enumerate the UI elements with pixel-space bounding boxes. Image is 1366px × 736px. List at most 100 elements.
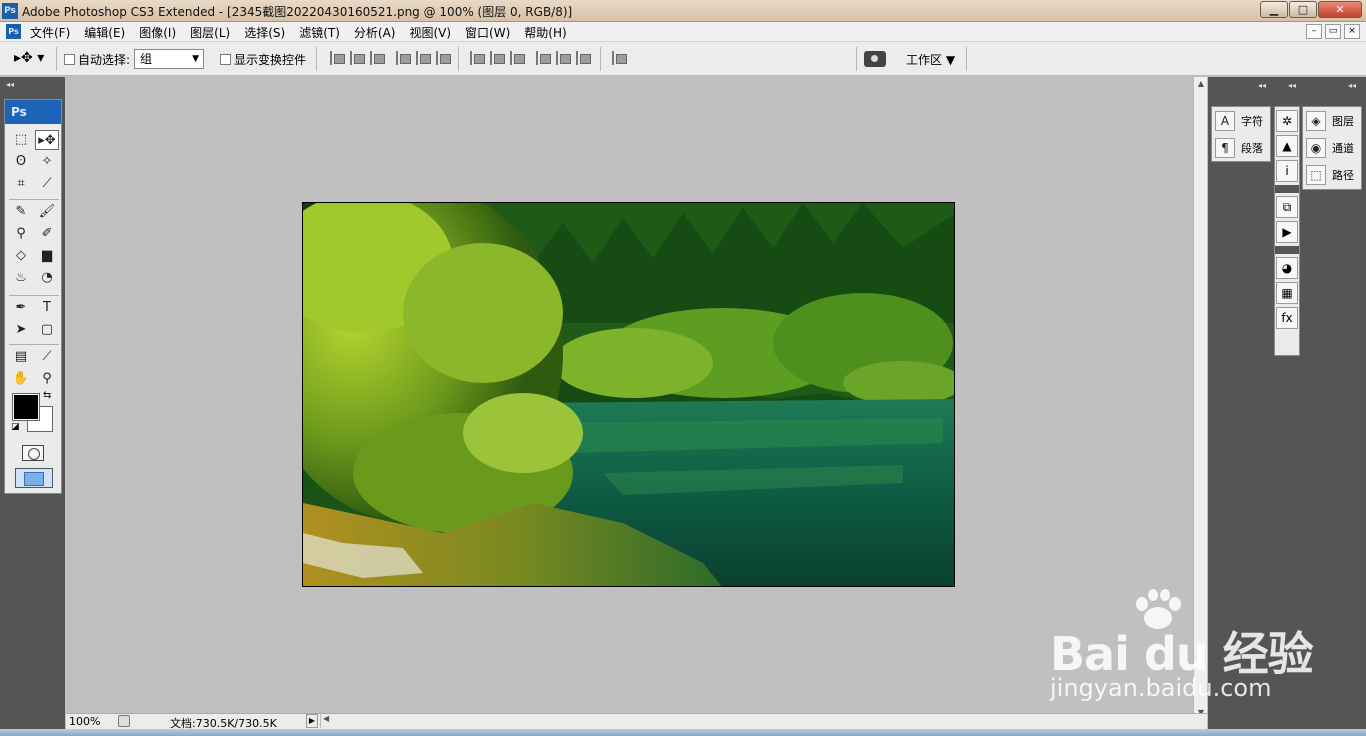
- pen-icon[interactable]: ✒: [9, 298, 33, 318]
- collapse-icon[interactable]: ◂◂: [1288, 81, 1296, 91]
- menu-item[interactable]: 图像(I): [139, 24, 176, 41]
- document-menu-icon[interactable]: Ps: [6, 24, 21, 39]
- distribute-top-icon[interactable]: [470, 51, 485, 65]
- canvas-image[interactable]: [302, 202, 955, 587]
- menu-item[interactable]: 编辑(E): [84, 24, 125, 41]
- shape-icon[interactable]: ▢: [35, 320, 59, 340]
- scroll-up-icon[interactable]: ▲: [1194, 77, 1208, 91]
- distribute-bottom-icon[interactable]: [510, 51, 525, 65]
- align-vcenter-icon[interactable]: [350, 51, 365, 65]
- gradient-icon[interactable]: ▆: [35, 246, 59, 266]
- histogram-icon[interactable]: ▲: [1276, 135, 1298, 157]
- menu-bar: Ps 文件(F) 编辑(E) 图像(I) 图层(L) 选择(S) 滤镜(T) 分析(A) 视图…: [0, 22, 1366, 42]
- distribute-horizontal-buttons: [536, 51, 591, 65]
- show-transform-checkbox[interactable]: [220, 54, 231, 65]
- align-right-icon[interactable]: [436, 51, 451, 65]
- blur-icon[interactable]: ♨: [9, 268, 33, 288]
- auto-align-layers-icon[interactable]: [612, 51, 627, 65]
- eyedropper-icon[interactable]: ⟋: [35, 347, 59, 367]
- status-menu-arrow[interactable]: ▶: [306, 714, 318, 728]
- doc-minimize-button[interactable]: –: [1306, 24, 1322, 39]
- magic-wand-icon[interactable]: ✧: [35, 152, 59, 172]
- crop-icon[interactable]: ⌗: [9, 174, 33, 194]
- panel-tab-layers[interactable]: ◈ 图层: [1303, 107, 1361, 134]
- distribute-left-icon[interactable]: [536, 51, 551, 65]
- clone-stamp-icon[interactable]: ⚲: [9, 224, 33, 244]
- zoom-level[interactable]: 100%: [69, 715, 100, 728]
- screen-mode-button[interactable]: [15, 468, 53, 488]
- dodge-icon[interactable]: ◔: [35, 268, 59, 288]
- zoom-icon[interactable]: ⚲: [35, 369, 59, 389]
- divider: [856, 47, 857, 71]
- default-colors-icon[interactable]: ◪: [11, 422, 20, 432]
- distribute-right-icon[interactable]: [576, 51, 591, 65]
- chevron-down-icon: ▼: [945, 53, 956, 67]
- distribute-vcenter-icon[interactable]: [490, 51, 505, 65]
- collapse-icon[interactable]: ◂◂: [1258, 81, 1266, 91]
- divider: [56, 47, 57, 71]
- hand-icon[interactable]: ✋: [9, 369, 33, 389]
- doc-restore-button[interactable]: ▭: [1325, 24, 1341, 39]
- menu-items: 文件(F) 编辑(E) 图像(I) 图层(L) 选择(S) 滤镜(T) 分析(A) 视图(V)…: [30, 24, 567, 41]
- slice-icon[interactable]: ⟋: [35, 174, 59, 194]
- minimize-button[interactable]: ▁: [1260, 1, 1288, 18]
- menu-item[interactable]: 分析(A): [354, 24, 396, 41]
- menu-item[interactable]: 窗口(W): [465, 24, 510, 41]
- horizontal-scrollbar[interactable]: ◀: [320, 714, 1190, 728]
- move-icon[interactable]: ▸✥: [35, 130, 59, 150]
- channels-icon: ◉: [1306, 137, 1326, 158]
- menu-item[interactable]: 图层(L): [190, 24, 230, 41]
- doc-close-button[interactable]: ×: [1344, 24, 1360, 39]
- menu-item[interactable]: 滤镜(T): [299, 24, 340, 41]
- window-controls: ▁ □ ✕: [1260, 1, 1362, 18]
- type-icon[interactable]: T: [35, 298, 59, 318]
- brush-icon[interactable]: 🖌: [35, 202, 59, 222]
- menu-item[interactable]: 选择(S): [244, 24, 285, 41]
- maximize-button[interactable]: □: [1289, 1, 1317, 18]
- divider: [458, 47, 459, 71]
- collapse-icon[interactable]: ◂◂: [1348, 81, 1356, 91]
- align-bottom-icon[interactable]: [370, 51, 385, 65]
- align-top-icon[interactable]: [330, 51, 345, 65]
- menu-item[interactable]: 视图(V): [409, 24, 451, 41]
- styles-icon[interactable]: ▦: [1276, 282, 1298, 304]
- panel-tab-paths[interactable]: ⬚ 路径: [1303, 161, 1361, 188]
- close-button[interactable]: ✕: [1318, 1, 1362, 18]
- history-icon[interactable]: ⧉: [1276, 196, 1298, 218]
- menu-item[interactable]: 帮助(H): [524, 24, 566, 41]
- status-info-icon[interactable]: [118, 715, 130, 727]
- panel-tab-channels[interactable]: ◉ 通道: [1303, 134, 1361, 161]
- healing-brush-icon[interactable]: ✎: [9, 202, 33, 222]
- align-left-icon[interactable]: [396, 51, 411, 65]
- tool-group: ▤ ⟋ ✋ ⚲: [9, 347, 59, 389]
- distribute-hcenter-icon[interactable]: [556, 51, 571, 65]
- tool-group: ✎ 🖌 ⚲ ✐ ◇ ▆ ♨ ◔: [9, 202, 59, 288]
- history-brush-icon[interactable]: ✐: [35, 224, 59, 244]
- panel-tab-paragraph[interactable]: ¶ 段落: [1212, 134, 1270, 161]
- bridge-icon[interactable]: [864, 51, 886, 67]
- navigator-icon[interactable]: ✲: [1276, 110, 1298, 132]
- fx-icon[interactable]: fx: [1276, 307, 1298, 329]
- menu-item[interactable]: 文件(F): [30, 24, 70, 41]
- actions-icon[interactable]: ▶: [1276, 221, 1298, 243]
- swap-colors-icon[interactable]: ⇆: [43, 390, 51, 401]
- tool-preset-picker[interactable]: ▸✥ ▾: [14, 50, 44, 66]
- auto-select-checkbox[interactable]: [64, 54, 75, 65]
- scroll-left-icon[interactable]: ◀: [323, 714, 329, 723]
- align-hcenter-icon[interactable]: [416, 51, 431, 65]
- panel-label: 图层: [1332, 114, 1354, 128]
- panel-tab-character[interactable]: A 字符: [1212, 107, 1270, 134]
- lasso-icon[interactable]: ʘ: [9, 152, 33, 172]
- panel-label: 通道: [1332, 141, 1354, 155]
- foreground-color-swatch[interactable]: [12, 393, 40, 421]
- swatches-icon[interactable]: ◕: [1276, 257, 1298, 279]
- workspace-menu[interactable]: 工作区 ▼: [906, 51, 955, 68]
- marquee-icon[interactable]: ⬚: [9, 130, 33, 150]
- info-icon[interactable]: i: [1276, 160, 1298, 182]
- path-select-icon[interactable]: ➤: [9, 320, 33, 340]
- notes-icon[interactable]: ▤: [9, 347, 33, 367]
- auto-select-dropdown[interactable]: 组 ▼: [134, 49, 204, 69]
- quick-mask-button[interactable]: [22, 445, 44, 461]
- collapse-icon[interactable]: ◂◂: [6, 80, 14, 89]
- eraser-icon[interactable]: ◇: [9, 246, 33, 266]
